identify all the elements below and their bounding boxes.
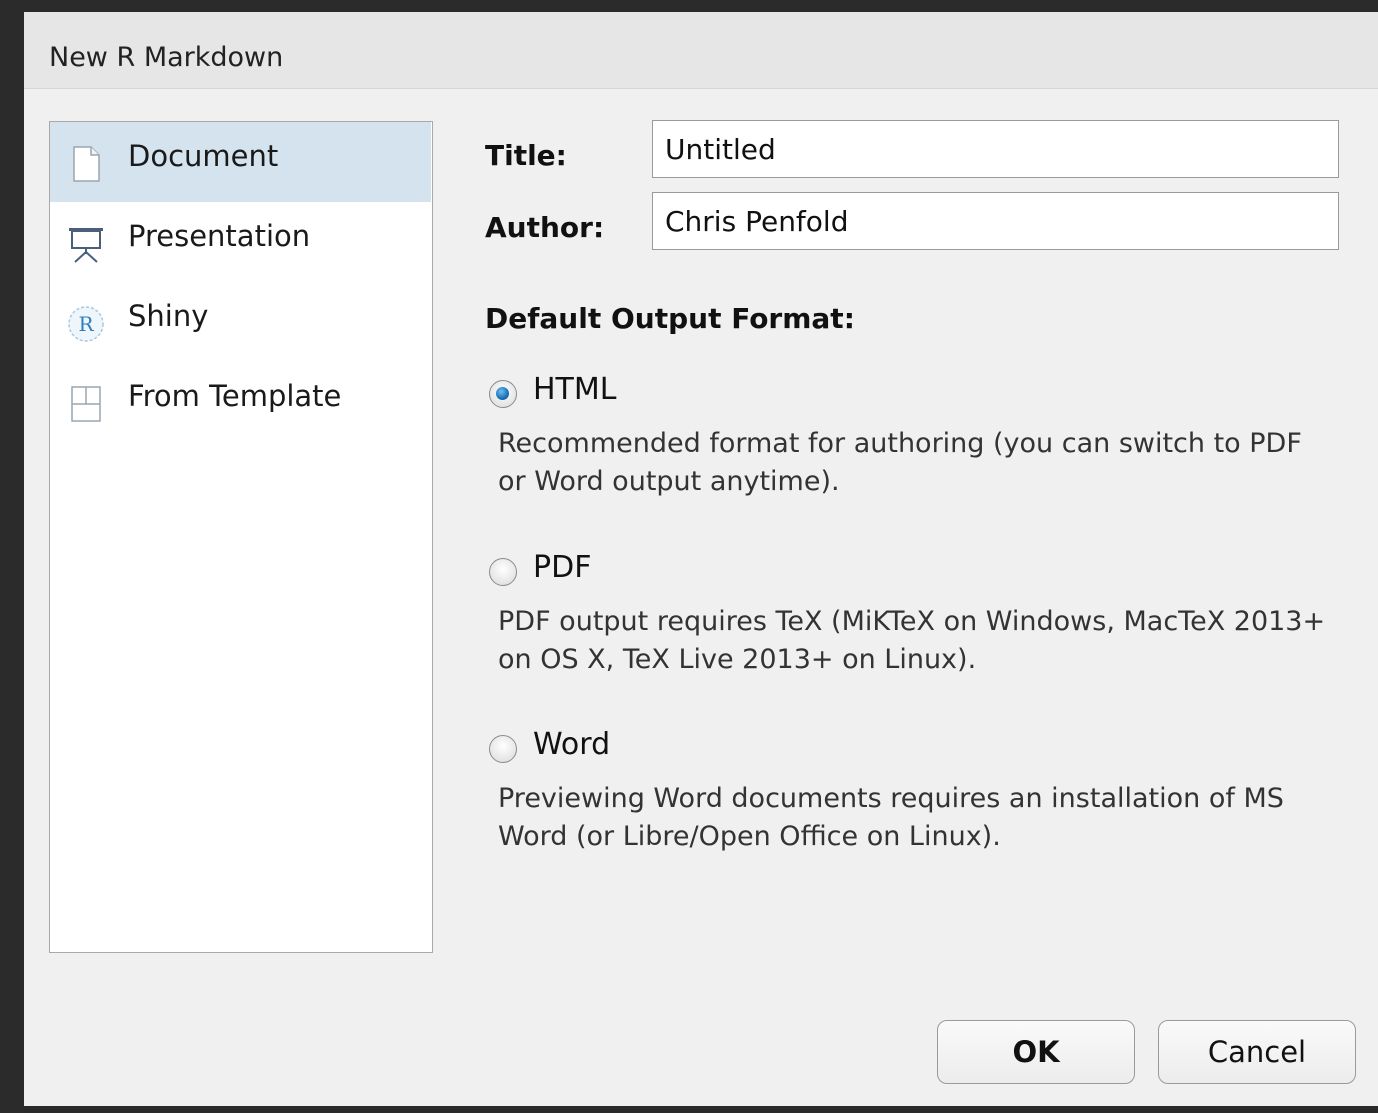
word-description: Previewing Word documents requires an in… xyxy=(498,783,1284,852)
pdf-description: PDF output requires TeX (MiKTeX on Windo… xyxy=(498,606,1326,675)
radio-label-word: Word xyxy=(533,727,611,762)
sidebar-item-label: From Template xyxy=(128,379,342,413)
default-output-format-heading: Default Output Format: xyxy=(485,302,855,335)
svg-text:R: R xyxy=(78,312,94,336)
sidebar-item-document[interactable]: Document xyxy=(50,122,431,202)
sidebar-item-from-template[interactable]: From Template xyxy=(50,362,431,442)
radio-label-html: HTML xyxy=(533,372,617,407)
sidebar-item-label: Presentation xyxy=(128,219,311,253)
background-strip-top xyxy=(0,0,1378,12)
document-icon xyxy=(66,144,106,184)
presentation-icon xyxy=(66,224,106,264)
title-label: Title: xyxy=(485,139,567,172)
document-type-list: Document Presentation R Shiny From Templ… xyxy=(49,121,433,953)
radio-label-pdf: PDF xyxy=(533,550,592,585)
title-input[interactable] xyxy=(652,120,1339,178)
sidebar-item-shiny[interactable]: R Shiny xyxy=(50,282,431,362)
author-input[interactable] xyxy=(652,192,1339,250)
dialog-title: New R Markdown xyxy=(49,42,284,73)
sidebar-item-label: Shiny xyxy=(128,299,209,333)
sidebar-item-label: Document xyxy=(128,139,279,173)
radio-button-html[interactable] xyxy=(489,380,517,408)
cancel-button[interactable]: Cancel xyxy=(1158,1020,1356,1084)
radio-button-pdf[interactable] xyxy=(489,558,517,586)
author-label: Author: xyxy=(485,211,605,244)
sidebar-item-presentation[interactable]: Presentation xyxy=(50,202,431,282)
html-description: Recommended format for authoring (you ca… xyxy=(498,428,1302,497)
radio-button-word[interactable] xyxy=(489,735,517,763)
new-r-markdown-dialog: New R Markdown Document Presentation R S… xyxy=(24,12,1378,1106)
dialog-titlebar: New R Markdown xyxy=(24,12,1378,89)
shiny-r-icon: R xyxy=(66,304,106,344)
ok-button[interactable]: OK xyxy=(937,1020,1135,1084)
background-strip-left xyxy=(0,0,24,1113)
template-icon xyxy=(66,384,106,424)
